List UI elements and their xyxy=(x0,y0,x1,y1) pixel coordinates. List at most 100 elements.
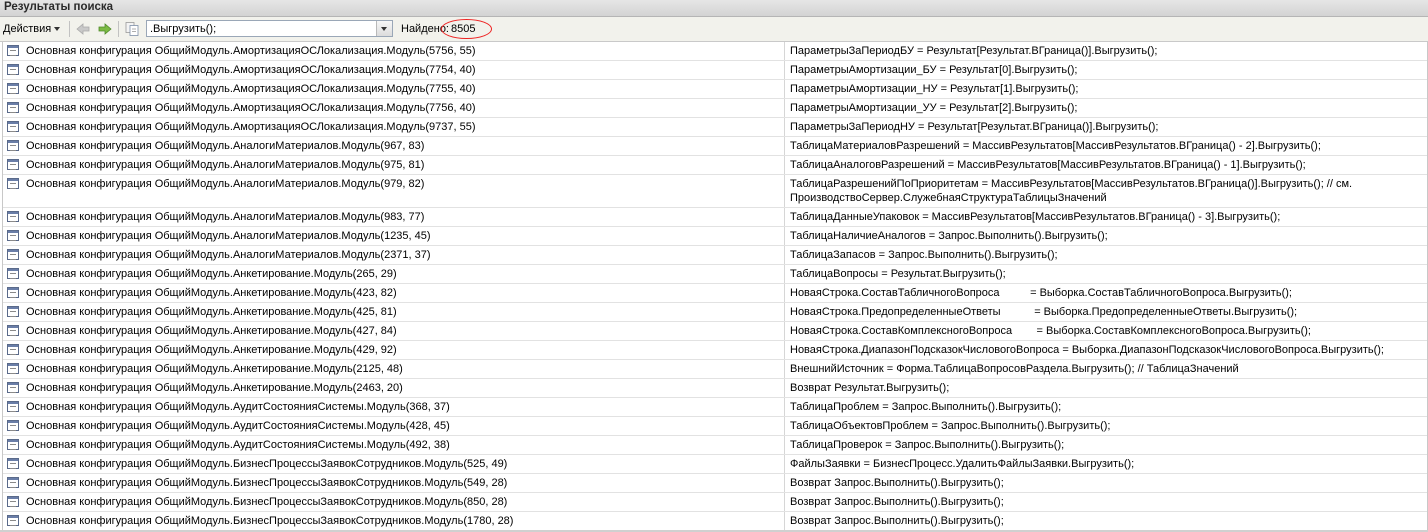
module-document-icon xyxy=(7,420,19,431)
table-row[interactable]: Основная конфигурация ОбщийМодуль.Бизнес… xyxy=(3,455,1427,474)
table-row[interactable]: Основная конфигурация ОбщийМодуль.Аморти… xyxy=(3,118,1427,137)
location-cell[interactable]: Основная конфигурация ОбщийМодуль.Бизнес… xyxy=(3,512,783,530)
code-line-text: ПараметрыЗаПериодБУ = Результат[Результа… xyxy=(790,45,1158,57)
search-dropdown-button[interactable] xyxy=(376,21,392,36)
location-cell[interactable]: Основная конфигурация ОбщийМодуль.АудитС… xyxy=(3,417,783,435)
location-text: Основная конфигурация ОбщийМодуль.Анкети… xyxy=(26,268,397,280)
table-row[interactable]: Основная конфигурация ОбщийМодуль.Аморти… xyxy=(3,61,1427,80)
forward-arrow-icon xyxy=(98,23,112,35)
location-cell[interactable]: Основная конфигурация ОбщийМодуль.Аналог… xyxy=(3,156,783,174)
back-arrow-icon xyxy=(76,23,90,35)
location-cell[interactable]: Основная конфигурация ОбщийМодуль.Анкети… xyxy=(3,322,783,340)
module-document-icon xyxy=(7,140,19,151)
table-row[interactable]: Основная конфигурация ОбщийМодуль.Анкети… xyxy=(3,360,1427,379)
location-cell[interactable]: Основная конфигурация ОбщийМодуль.Аморти… xyxy=(3,61,783,79)
module-document-icon xyxy=(7,64,19,75)
location-cell[interactable]: Основная конфигурация ОбщийМодуль.Бизнес… xyxy=(3,474,783,492)
location-cell[interactable]: Основная конфигурация ОбщийМодуль.Анкети… xyxy=(3,379,783,397)
table-row[interactable]: Основная конфигурация ОбщийМодуль.Анкети… xyxy=(3,379,1427,398)
location-cell[interactable]: Основная конфигурация ОбщийМодуль.Анкети… xyxy=(3,341,783,359)
table-row[interactable]: Основная конфигурация ОбщийМодуль.Бизнес… xyxy=(3,512,1427,530)
location-text: Основная конфигурация ОбщийМодуль.Аморти… xyxy=(26,121,476,133)
table-row[interactable]: Основная конфигурация ОбщийМодуль.Бизнес… xyxy=(3,474,1427,493)
location-cell[interactable]: Основная конфигурация ОбщийМодуль.Бизнес… xyxy=(3,455,783,473)
location-text: Основная конфигурация ОбщийМодуль.Аналог… xyxy=(26,211,425,223)
location-cell[interactable]: Основная конфигурация ОбщийМодуль.Аморти… xyxy=(3,80,783,98)
code-line-text: ТаблицаРазрешенийПоПриоритетам = МассивР… xyxy=(790,178,1353,204)
code-line-text: ТаблицаНаличиеАналогов = Запрос.Выполнит… xyxy=(790,230,1108,242)
results-rows: Основная конфигурация ОбщийМодуль.Аморти… xyxy=(3,42,1427,530)
location-cell[interactable]: Основная конфигурация ОбщийМодуль.Бизнес… xyxy=(3,493,783,511)
module-document-icon xyxy=(7,496,19,507)
code-line-text: ТаблицаВопросы = Результат.Выгрузить(); xyxy=(790,268,1006,280)
table-row[interactable]: Основная конфигурация ОбщийМодуль.Бизнес… xyxy=(3,493,1427,512)
table-row[interactable]: Основная конфигурация ОбщийМодуль.Аморти… xyxy=(3,80,1427,99)
table-row[interactable]: Основная конфигурация ОбщийМодуль.АудитС… xyxy=(3,417,1427,436)
table-row[interactable]: Основная конфигурация ОбщийМодуль.Аналог… xyxy=(3,208,1427,227)
location-text: Основная конфигурация ОбщийМодуль.Аморти… xyxy=(26,45,476,57)
search-combobox[interactable] xyxy=(146,20,393,37)
location-cell[interactable]: Основная конфигурация ОбщийМодуль.Анкети… xyxy=(3,360,783,378)
location-cell[interactable]: Основная конфигурация ОбщийМодуль.Анкети… xyxy=(3,284,783,302)
location-cell[interactable]: Основная конфигурация ОбщийМодуль.Аналог… xyxy=(3,246,783,264)
location-cell[interactable]: Основная конфигурация ОбщийМодуль.Аморти… xyxy=(3,118,783,136)
table-row[interactable]: Основная конфигурация ОбщийМодуль.Анкети… xyxy=(3,284,1427,303)
code-line-text: Возврат Запрос.Выполнить().Выгрузить(); xyxy=(790,515,1004,527)
module-document-icon xyxy=(7,344,19,355)
table-row[interactable]: Основная конфигурация ОбщийМодуль.Аналог… xyxy=(3,156,1427,175)
results-table[interactable]: Основная конфигурация ОбщийМодуль.Аморти… xyxy=(2,42,1428,530)
code-line-text: ТаблицаОбъектовПроблем = Запрос.Выполнит… xyxy=(790,420,1111,432)
location-text: Основная конфигурация ОбщийМодуль.Анкети… xyxy=(26,306,397,318)
code-line-text: ТаблицаДанныеУпаковок = МассивРезультато… xyxy=(790,211,1281,223)
location-cell[interactable]: Основная конфигурация ОбщийМодуль.Аналог… xyxy=(3,137,783,155)
module-document-icon xyxy=(7,515,19,526)
actions-menu-button[interactable]: Действия xyxy=(3,17,61,41)
table-row[interactable]: Основная конфигурация ОбщийМодуль.Анкети… xyxy=(3,341,1427,360)
code-line-text: ТаблицаПроверок = Запрос.Выполнить().Выг… xyxy=(790,439,1065,451)
code-line-text: Возврат Результат.Выгрузить(); xyxy=(790,382,950,394)
module-document-icon xyxy=(7,458,19,469)
code-line-text: ТаблицаПроблем = Запрос.Выполнить().Выгр… xyxy=(790,401,1062,413)
location-text: Основная конфигурация ОбщийМодуль.Бизнес… xyxy=(26,515,514,527)
location-text: Основная конфигурация ОбщийМодуль.Анкети… xyxy=(26,382,403,394)
module-document-icon xyxy=(7,363,19,374)
table-row[interactable]: Основная конфигурация ОбщийМодуль.Анкети… xyxy=(3,265,1427,284)
table-row[interactable]: Основная конфигурация ОбщийМодуль.Аморти… xyxy=(3,42,1427,61)
back-button[interactable] xyxy=(75,21,91,37)
code-line-text: ВнешнийИсточник = Форма.ТаблицаВопросовР… xyxy=(790,363,1239,375)
search-input[interactable] xyxy=(149,21,375,36)
location-cell[interactable]: Основная конфигурация ОбщийМодуль.Анкети… xyxy=(3,265,783,283)
table-row[interactable]: Основная конфигурация ОбщийМодуль.АудитС… xyxy=(3,398,1427,417)
table-row[interactable]: Основная конфигурация ОбщийМодуль.Аналог… xyxy=(3,137,1427,156)
location-cell[interactable]: Основная конфигурация ОбщийМодуль.АудитС… xyxy=(3,436,783,454)
found-label: Найдено: xyxy=(401,23,449,35)
location-text: Основная конфигурация ОбщийМодуль.АудитС… xyxy=(26,401,450,413)
table-row[interactable]: Основная конфигурация ОбщийМодуль.Аналог… xyxy=(3,246,1427,265)
location-text: Основная конфигурация ОбщийМодуль.Аморти… xyxy=(26,83,476,95)
location-cell[interactable]: Основная конфигурация ОбщийМодуль.Аморти… xyxy=(3,99,783,117)
table-row[interactable]: Основная конфигурация ОбщийМодуль.Аналог… xyxy=(3,175,1427,208)
location-text: Основная конфигурация ОбщийМодуль.Аналог… xyxy=(26,140,425,152)
location-cell[interactable]: Основная конфигурация ОбщийМодуль.Аналог… xyxy=(3,208,783,226)
module-document-icon xyxy=(7,83,19,94)
location-cell[interactable]: Основная конфигурация ОбщийМодуль.Аморти… xyxy=(3,42,783,60)
module-document-icon xyxy=(7,249,19,260)
module-document-icon xyxy=(7,382,19,393)
location-text: Основная конфигурация ОбщийМодуль.Бизнес… xyxy=(26,477,508,489)
table-row[interactable]: Основная конфигурация ОбщийМодуль.Анкети… xyxy=(3,322,1427,341)
table-row[interactable]: Основная конфигурация ОбщийМодуль.Аналог… xyxy=(3,227,1427,246)
chevron-down-icon xyxy=(54,27,61,32)
forward-button[interactable] xyxy=(97,21,113,37)
code-line-text: ТаблицаАналоговРазрешений = МассивРезуль… xyxy=(790,159,1306,171)
table-row[interactable]: Основная конфигурация ОбщийМодуль.Аморти… xyxy=(3,99,1427,118)
location-cell[interactable]: Основная конфигурация ОбщийМодуль.Анкети… xyxy=(3,303,783,321)
location-cell[interactable]: Основная конфигурация ОбщийМодуль.Аналог… xyxy=(3,227,783,245)
code-line-text: НоваяСтрока.СоставТабличногоВопроса = Вы… xyxy=(790,287,1292,299)
table-row[interactable]: Основная конфигурация ОбщийМодуль.Анкети… xyxy=(3,303,1427,322)
location-cell[interactable]: Основная конфигурация ОбщийМодуль.АудитС… xyxy=(3,398,783,416)
copy-button[interactable] xyxy=(124,21,140,37)
table-row[interactable]: Основная конфигурация ОбщийМодуль.АудитС… xyxy=(3,436,1427,455)
location-cell[interactable]: Основная конфигурация ОбщийМодуль.Аналог… xyxy=(3,175,783,193)
code-line-text: ПараметрыЗаПериодНУ = Результат[Результа… xyxy=(790,121,1159,133)
chevron-down-icon xyxy=(381,27,387,31)
